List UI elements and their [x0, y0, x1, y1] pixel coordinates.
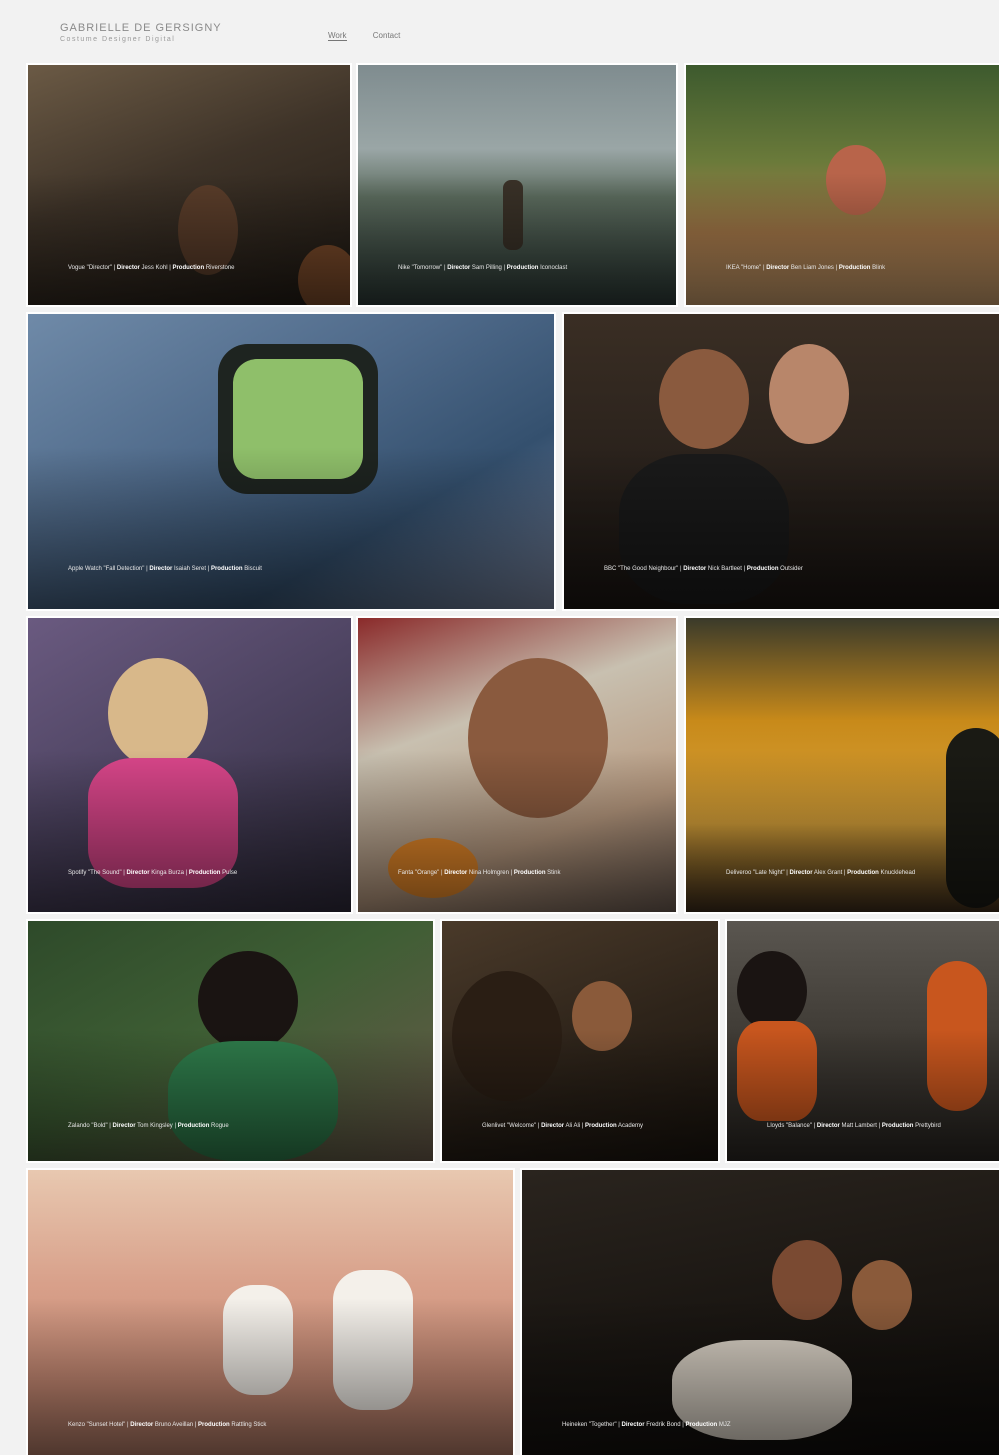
project-caption: BBC "The Good Neighbour" | Director Nick…: [604, 566, 803, 572]
project-caption: Kenzo "Sunset Hotel" | Director Bruno Av…: [68, 1422, 267, 1428]
project-caption: IKEA "Home" | Director Ben Liam Jones | …: [726, 265, 886, 271]
project-tile[interactable]: Heineken "Together" | Director Fredrik B…: [522, 1170, 999, 1455]
nav-work-link[interactable]: Work: [328, 31, 347, 41]
project-tile[interactable]: Deliveroo "Late Night" | Director Alex G…: [686, 618, 999, 912]
project-tile[interactable]: Kenzo "Sunset Hotel" | Director Bruno Av…: [28, 1170, 513, 1455]
project-caption: Glenlivet "Welcome" | Director Ali Ali |…: [482, 1123, 644, 1129]
project-caption: Zalando "Bold" | Director Tom Kingsley |…: [68, 1123, 229, 1129]
project-caption: Vogue "Director" | Director Jess Kohl | …: [68, 265, 235, 271]
project-caption: Apple Watch "Fall Detection" | Director …: [68, 566, 262, 572]
site-logo[interactable]: GABRIELLE DE GERSIGNY Costume Designer D…: [60, 22, 222, 43]
project-tile[interactable]: IKEA "Home" | Director Ben Liam Jones | …: [686, 65, 999, 305]
nav-contact-link[interactable]: Contact: [373, 31, 401, 40]
project-caption: Fanta "Orange" | Director Nina Holmgren …: [398, 870, 561, 876]
project-tile[interactable]: Glenlivet "Welcome" | Director Ali Ali |…: [442, 921, 718, 1161]
project-caption: Heineken "Together" | Director Fredrik B…: [562, 1422, 731, 1428]
project-tile[interactable]: Lloyds "Balance" | Director Matt Lambert…: [727, 921, 999, 1161]
project-tile[interactable]: Fanta "Orange" | Director Nina Holmgren …: [358, 618, 676, 912]
brand-name: GABRIELLE DE GERSIGNY: [60, 22, 222, 34]
brand-subtitle: Costume Designer Digital: [60, 36, 176, 43]
project-tile[interactable]: Spotify "The Sound" | Director Kinga Bur…: [28, 618, 351, 912]
project-tile[interactable]: BBC "The Good Neighbour" | Director Nick…: [564, 314, 999, 609]
project-tile[interactable]: Zalando "Bold" | Director Tom Kingsley |…: [28, 921, 433, 1161]
project-caption: Lloyds "Balance" | Director Matt Lambert…: [767, 1123, 941, 1129]
project-caption: Nike "Tomorrow" | Director Sam Pilling |…: [398, 265, 568, 271]
project-tile[interactable]: Vogue "Director" | Director Jess Kohl | …: [28, 65, 350, 305]
project-caption: Spotify "The Sound" | Director Kinga Bur…: [68, 870, 238, 876]
project-tile[interactable]: Apple Watch "Fall Detection" | Director …: [28, 314, 554, 609]
main-nav: Work Contact: [328, 31, 424, 41]
project-caption: Deliveroo "Late Night" | Director Alex G…: [726, 870, 916, 876]
site-header: GABRIELLE DE GERSIGNY Costume Designer D…: [0, 0, 999, 60]
project-tile[interactable]: Nike "Tomorrow" | Director Sam Pilling |…: [358, 65, 676, 305]
